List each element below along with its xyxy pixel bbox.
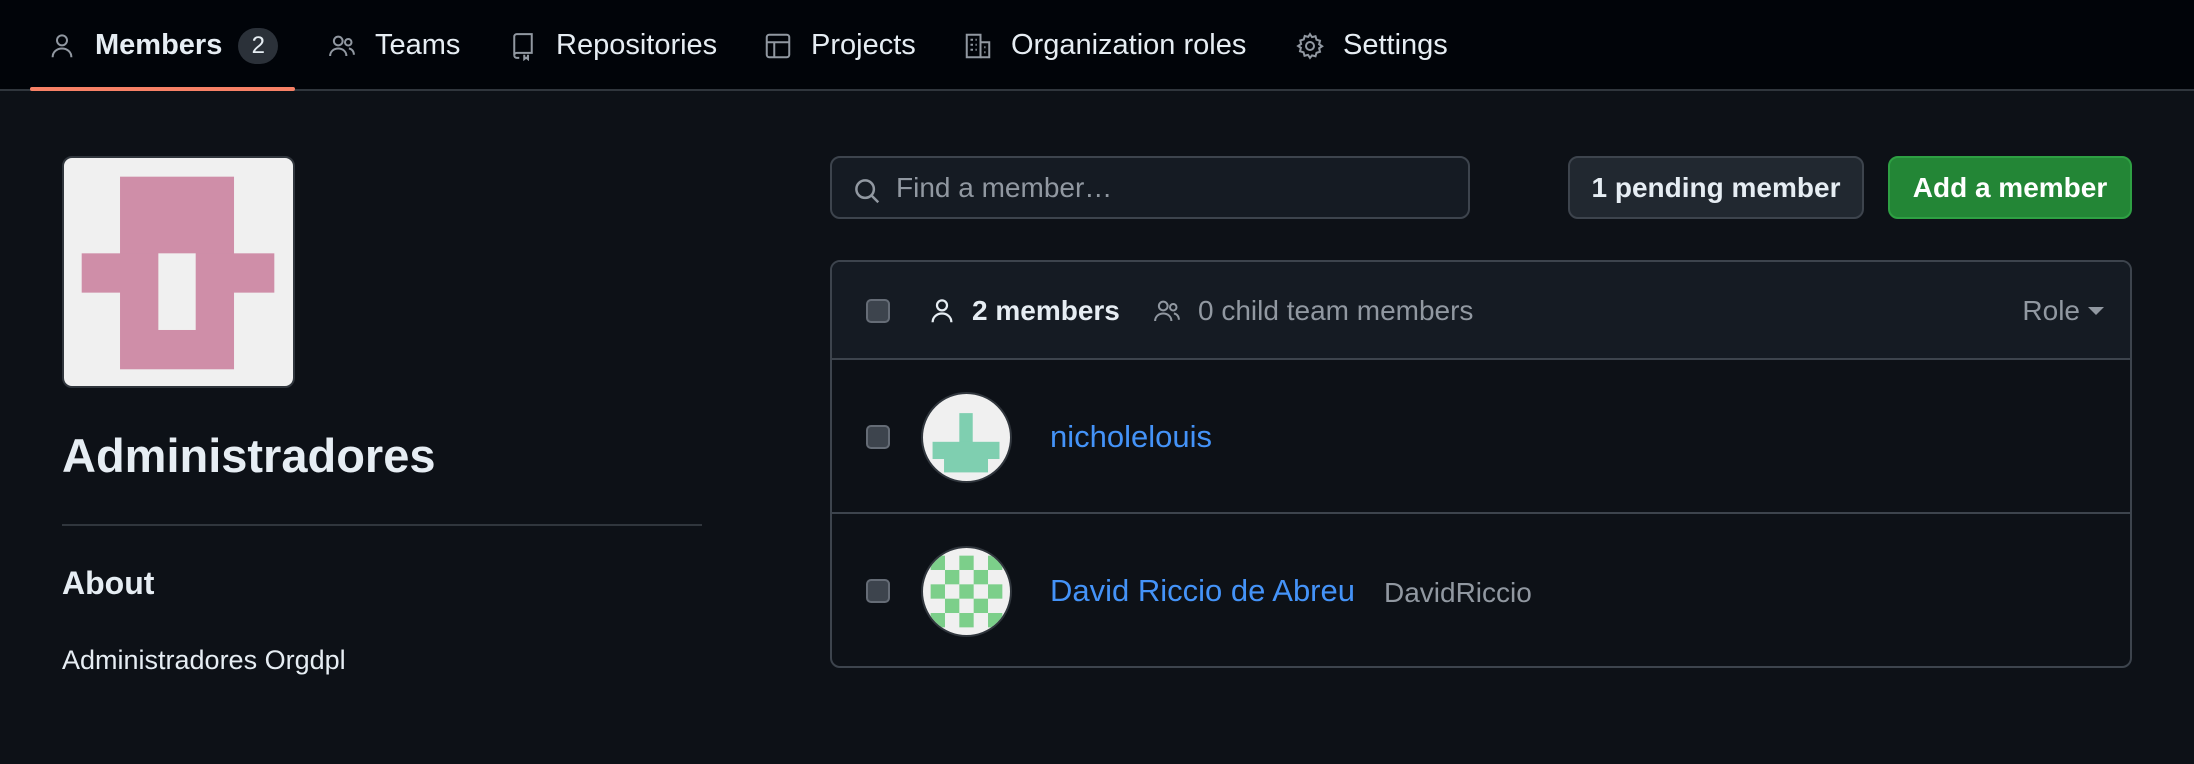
add-member-button[interactable]: Add a member (1888, 156, 2132, 219)
about-heading: About (62, 565, 155, 601)
select-all-checkbox[interactable] (866, 299, 890, 323)
members-counter: 2 (238, 27, 279, 64)
role-filter-label: Role (2022, 295, 2080, 326)
member-search[interactable] (830, 156, 1470, 219)
org-tab-nav: Members 2 Teams Repositories Projects Or… (0, 0, 2194, 91)
page-title: Administradores (62, 429, 436, 482)
member-row: nicholelouis (832, 362, 2130, 514)
tab-organization-roles[interactable]: Organization roles (963, 0, 1246, 91)
organization-icon (963, 31, 993, 61)
tab-label: Projects (811, 29, 916, 61)
identicon (930, 555, 1003, 628)
search-input[interactable] (896, 158, 1456, 217)
member-name-link[interactable]: nicholelouis (1050, 419, 1212, 455)
tab-label: Members (95, 29, 223, 61)
tab-members[interactable]: Members 2 (47, 0, 279, 91)
repo-icon (508, 31, 538, 61)
identicon (81, 176, 275, 370)
tab-teams[interactable]: Teams (327, 0, 460, 91)
search-icon (852, 176, 882, 206)
members-list: 2 members 0 child team members Role nich… (830, 260, 2132, 668)
member-row: David Riccio de Abreu DavidRiccio (832, 516, 2130, 666)
tab-label: Organization roles (1011, 29, 1247, 61)
identicon (932, 413, 1000, 473)
tab-label: Settings (1343, 29, 1448, 61)
people-icon (1152, 296, 1182, 326)
people-icon (327, 31, 357, 61)
team-description: Administradores Orgdpl (62, 645, 346, 675)
tab-label: Repositories (556, 29, 718, 61)
members-list-header: 2 members 0 child team members Role (832, 262, 2130, 360)
avatar[interactable] (921, 546, 1012, 637)
team-avatar (62, 156, 295, 388)
member-checkbox[interactable] (866, 579, 890, 603)
member-name-link[interactable]: David Riccio de Abreu (1050, 573, 1355, 609)
tab-settings[interactable]: Settings (1295, 0, 1448, 91)
tab-repositories[interactable]: Repositories (508, 0, 717, 91)
avatar[interactable] (921, 392, 1012, 483)
person-icon (47, 31, 77, 61)
gear-icon (1295, 31, 1325, 61)
tab-label: Teams (375, 29, 461, 61)
active-tab-underline (30, 87, 295, 91)
person-icon (927, 296, 957, 326)
role-filter-dropdown[interactable]: Role (2022, 295, 2104, 327)
pending-members-button[interactable]: 1 pending member (1568, 156, 1864, 219)
table-icon (763, 31, 793, 61)
member-count[interactable]: 2 members (972, 295, 1120, 327)
divider (62, 524, 702, 526)
child-team-member-count[interactable]: 0 child team members (1198, 295, 1473, 327)
member-checkbox[interactable] (866, 425, 890, 449)
caret-down-icon (2088, 307, 2104, 315)
tab-projects[interactable]: Projects (763, 0, 916, 91)
member-login: DavidRiccio (1384, 577, 1532, 608)
